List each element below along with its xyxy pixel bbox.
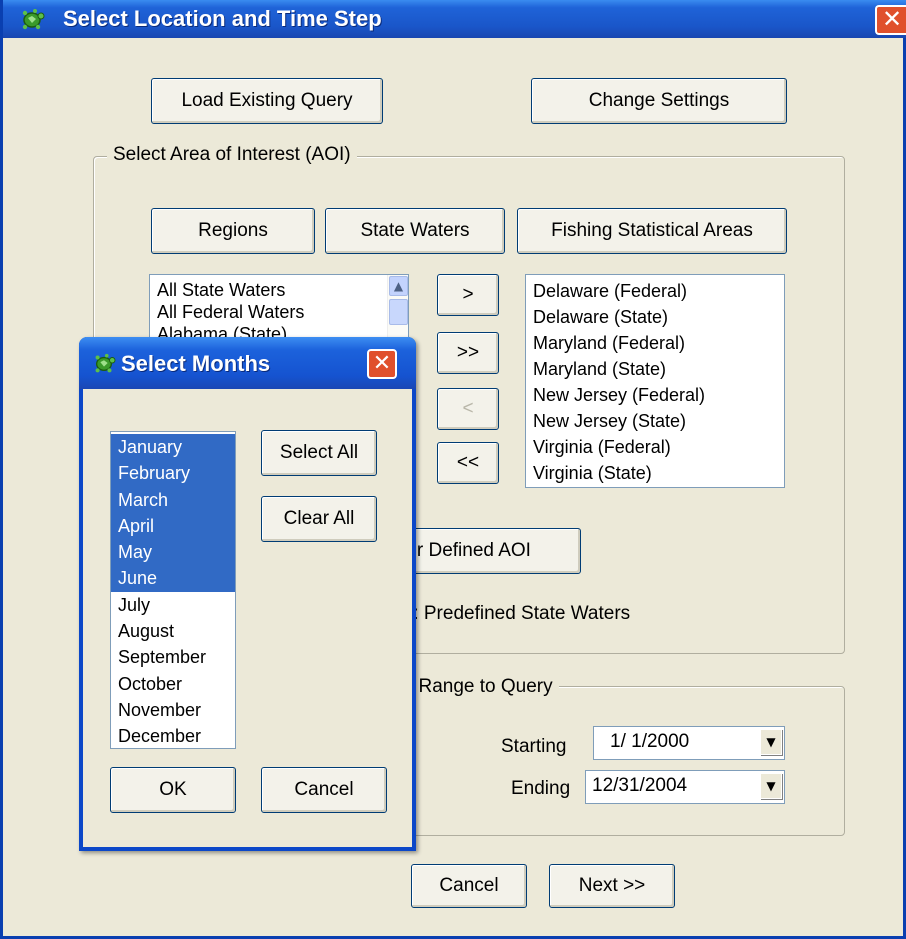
move-all-button[interactable]: >> xyxy=(437,332,499,374)
months-list[interactable]: January February March April May June July Augu… xyxy=(110,431,236,749)
chevron-down-icon[interactable]: ▼ xyxy=(760,729,782,755)
list-item[interactable]: Maryland (State) xyxy=(526,356,784,382)
clear-all-button[interactable]: Clear All xyxy=(261,496,377,542)
list-item[interactable]: All Federal Waters xyxy=(150,300,408,322)
select-all-button[interactable]: Select All xyxy=(261,430,377,476)
list-item[interactable]: Maryland (Federal) xyxy=(526,330,784,356)
turtle-icon xyxy=(22,9,45,30)
month-item[interactable]: October xyxy=(111,671,235,697)
remove-all-button[interactable]: << xyxy=(437,442,499,484)
cancel-button[interactable]: Cancel xyxy=(411,864,527,908)
month-item[interactable]: July xyxy=(111,592,235,618)
month-item[interactable]: June xyxy=(111,565,235,592)
months-dialog-title: Select Months xyxy=(121,351,271,376)
remove-one-button[interactable]: < xyxy=(437,388,499,430)
load-existing-query-button[interactable]: Load Existing Query xyxy=(151,78,383,124)
change-settings-button[interactable]: Change Settings xyxy=(531,78,787,124)
main-titlebar[interactable]: Select Location and Time Step ✕ xyxy=(3,0,906,38)
month-item[interactable]: December xyxy=(111,723,235,748)
list-item[interactable]: Virginia (State) xyxy=(526,460,784,486)
chevron-down-icon[interactable]: ▼ xyxy=(760,773,782,799)
months-cancel-button[interactable]: Cancel xyxy=(261,767,387,813)
turtle-icon xyxy=(95,353,116,373)
list-item[interactable]: Virginia (Federal) xyxy=(526,434,784,460)
starting-label: Starting xyxy=(501,736,567,757)
select-months-dialog: Select Months ✕ January February March Apri… xyxy=(79,337,416,851)
month-item[interactable]: March xyxy=(111,486,235,513)
ending-date-value: 12/31/2004 xyxy=(592,775,688,796)
close-icon[interactable]: ✕ xyxy=(875,5,906,35)
starting-date-picker[interactable]: 1/ 1/2000 ▼ xyxy=(593,726,785,760)
list-item[interactable]: New Jersey (Federal) xyxy=(526,382,784,408)
list-item[interactable]: New Jersey (State) xyxy=(526,408,784,434)
ok-button[interactable]: OK xyxy=(110,767,236,813)
list-item[interactable]: Delaware (State) xyxy=(526,304,784,330)
selected-areas-list[interactable]: Delaware (Federal) Delaware (State) Maryla… xyxy=(525,274,785,488)
close-icon[interactable]: ✕ xyxy=(367,349,397,379)
starting-date-value: 1/ 1/2000 xyxy=(610,731,690,752)
month-item[interactable]: January xyxy=(111,434,235,461)
state-waters-button[interactable]: State Waters xyxy=(325,208,505,254)
month-item[interactable]: September xyxy=(111,644,235,670)
month-item[interactable]: April xyxy=(111,512,235,540)
aoi-group-legend: Select Area of Interest (AOI) xyxy=(107,144,357,166)
list-item[interactable]: All State Waters xyxy=(150,275,408,300)
regions-button[interactable]: Regions xyxy=(151,208,315,254)
month-item[interactable]: November xyxy=(111,697,235,723)
scroll-up-icon[interactable]: ▲ xyxy=(389,276,408,296)
month-item[interactable]: February xyxy=(111,460,235,487)
months-dialog-titlebar[interactable]: Select Months ✕ xyxy=(79,337,416,389)
month-item[interactable]: May xyxy=(111,539,235,566)
move-one-button[interactable]: > xyxy=(437,274,499,316)
scroll-thumb[interactable] xyxy=(389,299,408,325)
fishing-statistical-areas-button[interactable]: Fishing Statistical Areas xyxy=(517,208,787,254)
next-button[interactable]: Next >> xyxy=(549,864,675,908)
ending-label: Ending xyxy=(511,778,571,799)
month-item[interactable]: August xyxy=(111,618,235,644)
ending-date-picker[interactable]: 12/31/2004 ▼ xyxy=(585,770,785,804)
list-item[interactable]: Delaware (Federal) xyxy=(526,278,784,304)
window-title: Select Location and Time Step xyxy=(63,6,382,31)
